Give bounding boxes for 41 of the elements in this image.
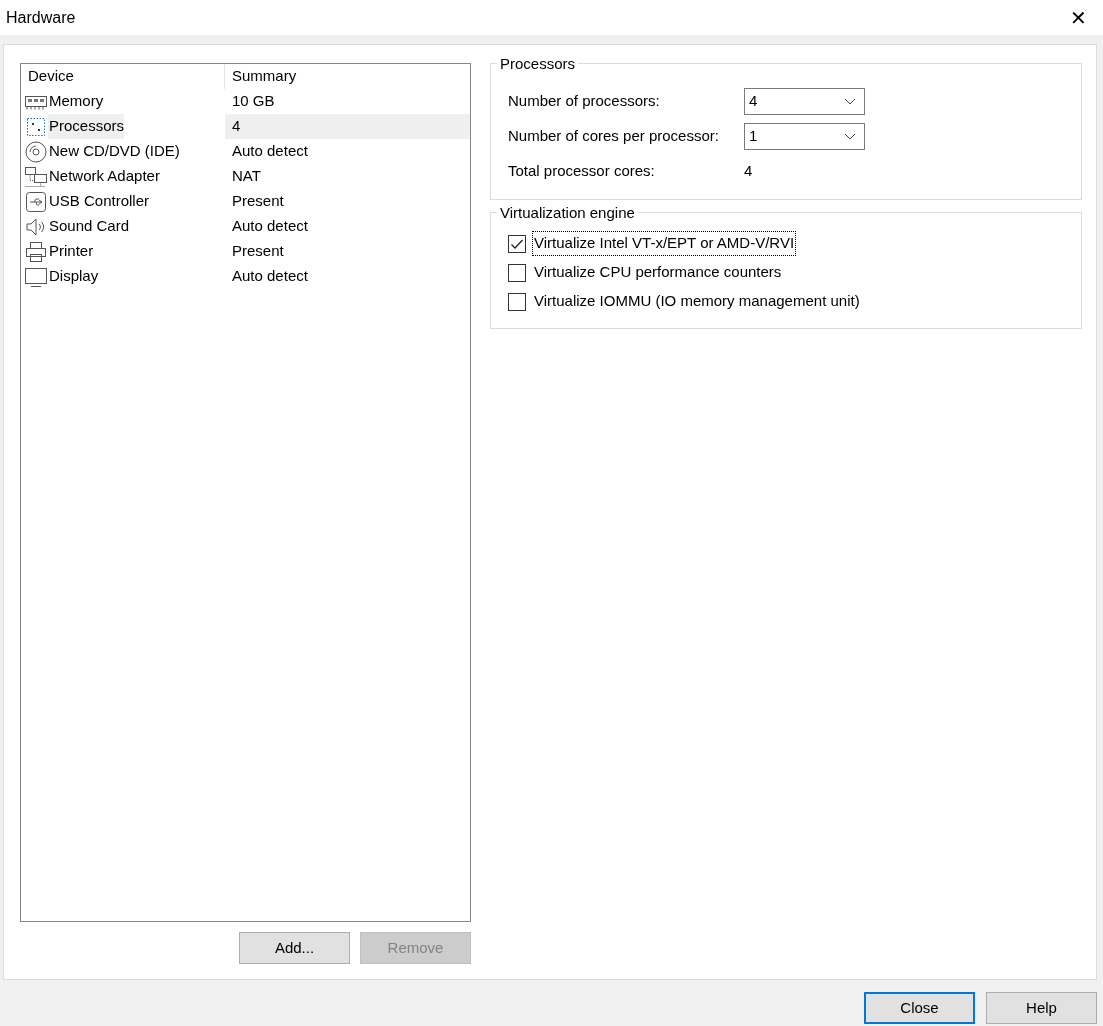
- device-name[interactable]: New CD/DVD (IDE): [48, 139, 180, 164]
- chevron-down-icon: [844, 98, 856, 105]
- window-title: Hardware: [6, 7, 76, 28]
- usb-icon: [24, 189, 48, 214]
- chevron-down-icon: [844, 133, 856, 140]
- network-icon: [24, 164, 48, 189]
- column-header[interactable]: Summary: [225, 65, 297, 88]
- device-summary: Auto detect: [231, 216, 308, 237]
- device-name[interactable]: Display: [48, 264, 99, 289]
- checkbox[interactable]: [508, 263, 526, 282]
- device-summary: 10 GB: [231, 91, 275, 112]
- select-field[interactable]: 4: [744, 88, 865, 115]
- device-name[interactable]: Memory: [48, 89, 104, 114]
- device-name[interactable]: Processors: [48, 114, 125, 139]
- device-summary: NAT: [231, 166, 261, 187]
- device-name[interactable]: USB Controller: [48, 189, 150, 214]
- device-summary: Auto detect: [231, 141, 308, 162]
- device-summary: Present: [231, 191, 284, 212]
- device-name[interactable]: Sound Card: [48, 214, 130, 239]
- device-summary: Auto detect: [231, 266, 308, 287]
- field-label: Number of processors:: [508, 91, 661, 112]
- select-field[interactable]: 1: [744, 123, 865, 150]
- checkbox-label: Virtualize Intel VT-x/EPT or AMD-V/RVI: [532, 231, 797, 256]
- printer-icon: [24, 239, 48, 264]
- field-label: Number of cores per processor:: [508, 126, 720, 147]
- column-header[interactable]: Device: [21, 64, 225, 89]
- device-name[interactable]: Network Adapter: [48, 164, 160, 189]
- device-name[interactable]: Printer: [48, 239, 94, 264]
- close-button[interactable]: Close: [864, 992, 975, 1024]
- checkbox-label: Virtualize IOMMU (IO memory management unit): [533, 291, 861, 312]
- device-summary: 4: [225, 114, 470, 139]
- add-button[interactable]: Add...: [239, 932, 350, 964]
- close-button[interactable]: ✕: [1053, 0, 1103, 35]
- device-summary: Present: [231, 241, 284, 262]
- disc-icon: [24, 139, 48, 164]
- checkbox[interactable]: [508, 292, 526, 311]
- checkbox[interactable]: [508, 234, 526, 253]
- help-button[interactable]: Help: [986, 992, 1097, 1024]
- checkbox-label: Virtualize CPU performance counters: [533, 262, 783, 283]
- total-cores-value: 4: [744, 161, 753, 182]
- field-label: Total processor cores:: [508, 161, 656, 182]
